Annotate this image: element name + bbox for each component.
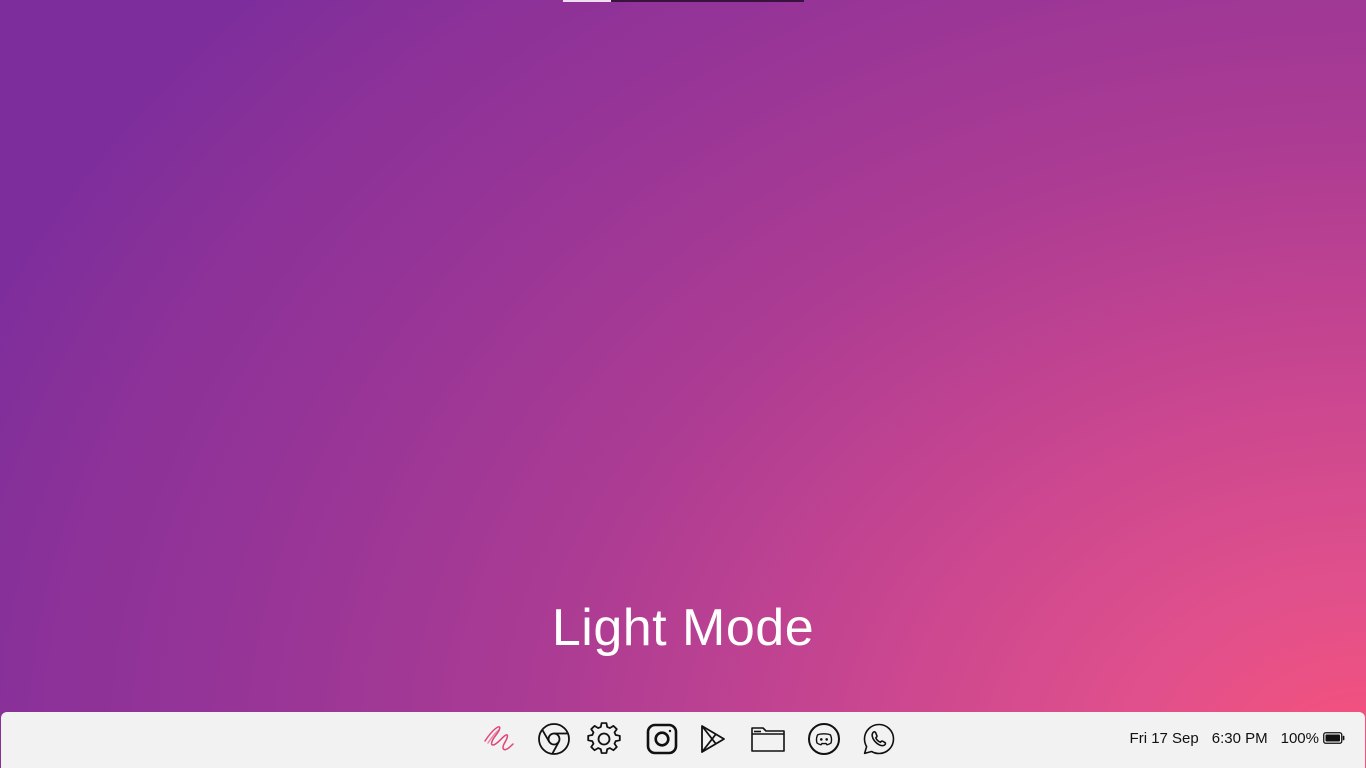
time-text: 6:30 PM [1211, 729, 1268, 747]
system-status-area[interactable]: Fri 17 Sep 6:30 PM 100% [1130, 712, 1345, 764]
top-progress-indicator [563, 0, 804, 2]
play-store-icon[interactable] [693, 719, 733, 759]
battery-icon [1323, 732, 1345, 744]
whatsapp-icon[interactable] [859, 719, 899, 759]
files-folder-icon[interactable] [748, 719, 788, 759]
discord-icon[interactable] [804, 719, 844, 759]
mode-label: Light Mode [551, 599, 815, 657]
desktop-wallpaper: Light Mode Fri 17 Sep 6:30 PM 100% [0, 0, 1366, 768]
instagram-icon[interactable] [642, 719, 682, 759]
top-progress-fill [563, 0, 612, 2]
taskbar: Fri 17 Sep 6:30 PM 100% [1, 712, 1365, 768]
date-text: Fri 17 Sep [1129, 729, 1199, 747]
scribble-app-icon[interactable] [479, 719, 519, 759]
battery-percent-text: 100% [1280, 729, 1319, 747]
settings-gear-icon[interactable] [584, 719, 624, 759]
chrome-icon[interactable] [534, 719, 574, 759]
